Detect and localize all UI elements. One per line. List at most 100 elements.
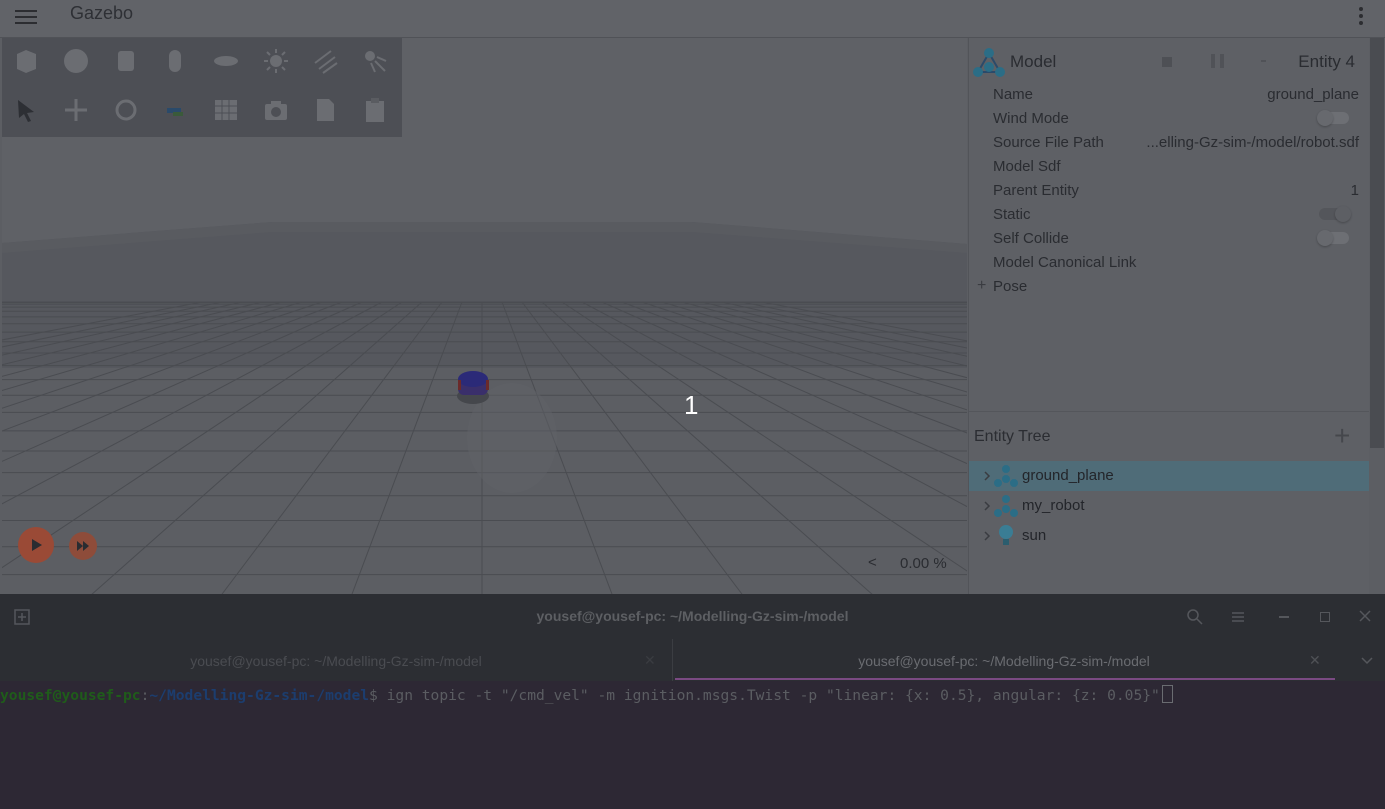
prop-name-label: Name (993, 86, 1034, 103)
prop-static-label: Static (993, 206, 1031, 223)
tree-item-label: sun (1022, 527, 1047, 544)
component-inspector-header: Model Entity 4 (969, 38, 1369, 84)
wind-mode-toggle[interactable] (1317, 110, 1349, 126)
sphere-shape-button[interactable] (56, 41, 96, 81)
tree-item-my-robot[interactable]: my_robot (969, 491, 1369, 521)
box-icon (17, 50, 36, 73)
cylinder-icon (118, 51, 134, 71)
spot-light-button[interactable] (355, 41, 395, 81)
rotate-mode-button[interactable] (106, 90, 146, 130)
move-arrows-icon (65, 99, 87, 121)
point-light-button[interactable] (256, 41, 296, 81)
stats-toggle-arrow[interactable]: < (868, 554, 877, 571)
prop-parent-entity-value: 1 (1350, 182, 1359, 199)
active-tab-indicator (675, 678, 1335, 680)
tree-item-label: my_robot (1022, 497, 1085, 514)
terminal-window-title: yousef@yousef-pc: ~/Modelling-Gz-sim-/mo… (536, 608, 849, 624)
prop-parent-entity: Parent Entity 1 (993, 179, 1359, 203)
step-button[interactable] (69, 532, 97, 560)
expand-plus-icon[interactable]: + (977, 277, 986, 295)
chevron-down-icon[interactable] (1360, 656, 1374, 666)
terminal-titlebar: yousef@yousef-pc: ~/Modelling-Gz-sim-/mo… (0, 594, 1385, 639)
play-button[interactable] (18, 527, 54, 563)
menu-icon[interactable] (14, 6, 38, 30)
tree-item-ground-plane[interactable]: ground_plane (969, 461, 1369, 491)
gazebo-window: Gazebo 1 < 0.00 % Model Entity 4 Name gr… (0, 0, 1385, 594)
panel-divider (969, 411, 1369, 412)
transform-icon (167, 108, 183, 116)
cylinder-shape-button[interactable] (106, 41, 146, 81)
scene-toolbar (2, 38, 402, 137)
more-options-icon[interactable] (1356, 5, 1366, 27)
prompt-symbol: $ (369, 687, 378, 704)
pause-icon[interactable] (1209, 54, 1227, 68)
terminal-body[interactable]: yousef@yousef-pc:~/Modelling-Gz-sim-/mod… (0, 681, 1385, 809)
prompt-path: ~/Modelling-Gz-sim-/model (149, 687, 370, 704)
ellipsoid-icon (214, 56, 238, 66)
screenshot-button[interactable] (256, 90, 296, 130)
copy-button[interactable] (305, 90, 345, 130)
prop-source-file-label: Source File Path (993, 134, 1104, 151)
maximize-icon[interactable] (1320, 612, 1330, 622)
tab-label: yousef@yousef-pc: ~/Modelling-Gz-sim-/mo… (190, 653, 482, 669)
fast-forward-icon (77, 541, 89, 551)
panel-scrollbar-thumb[interactable] (1370, 38, 1384, 448)
prop-source-file-value: ...elling-Gz-sim-/model/robot.sdf (1146, 134, 1359, 151)
terminal-command-line: yousef@yousef-pc:~/Modelling-Gz-sim-/mod… (0, 685, 1173, 704)
lock-icon[interactable] (1162, 57, 1172, 67)
app-title: Gazebo (70, 3, 134, 23)
chevron-right-icon[interactable] (983, 530, 991, 542)
ellipsoid-shape-button[interactable] (206, 41, 246, 81)
paste-button[interactable] (355, 90, 395, 130)
capsule-shape-button[interactable] (155, 41, 195, 81)
scene-viewport[interactable]: 1 < 0.00 % (2, 38, 967, 594)
box-shape-button[interactable] (6, 41, 46, 81)
terminal-tab-bar: yousef@yousef-pc: ~/Modelling-Gz-sim-/mo… (0, 639, 1385, 681)
model-icon (994, 465, 1018, 487)
hamburger-menu-icon[interactable] (1231, 610, 1245, 624)
collapse-icon[interactable] (1261, 60, 1266, 62)
play-icon (32, 539, 42, 551)
prop-static: Static (993, 203, 1359, 227)
prop-wind-mode-label: Wind Mode (993, 110, 1069, 127)
prop-model-sdf: Model Sdf (993, 155, 1359, 179)
inspector-title: Model (1010, 52, 1057, 71)
copy-icon (317, 99, 334, 121)
terminal-tab-2[interactable]: yousef@yousef-pc: ~/Modelling-Gz-sim-/mo… (673, 639, 1335, 681)
pointer-arrow-icon (18, 100, 34, 122)
add-entity-icon[interactable]: + (1334, 422, 1350, 450)
prop-name: Name ground_plane (993, 83, 1359, 107)
translate-mode-button[interactable] (56, 90, 96, 130)
grid-config-button[interactable] (206, 90, 246, 130)
tab-close-icon[interactable]: ✕ (644, 652, 656, 669)
prop-self-collide-label: Self Collide (993, 230, 1069, 247)
model-icon (973, 48, 1005, 77)
minimize-icon[interactable] (1279, 616, 1289, 618)
prop-pose[interactable]: + Pose (977, 275, 1343, 299)
directional-light-button[interactable] (305, 41, 345, 81)
chevron-right-icon[interactable] (983, 470, 991, 482)
terminal-tab-1[interactable]: yousef@yousef-pc: ~/Modelling-Gz-sim-/mo… (0, 639, 672, 681)
static-toggle[interactable] (1319, 206, 1351, 222)
prop-self-collide: Self Collide (993, 227, 1359, 251)
sphere-icon (64, 49, 88, 73)
model-icon (994, 495, 1018, 517)
prop-wind-mode: Wind Mode (993, 107, 1359, 131)
chevron-right-icon[interactable] (983, 500, 991, 512)
tab-close-icon[interactable]: ✕ (1309, 652, 1321, 669)
tree-item-sun[interactable]: sun (969, 521, 1369, 551)
right-panel: Model Entity 4 Name ground_plane Wind Mo… (968, 38, 1369, 594)
entity-id: Entity 4 (1298, 52, 1355, 71)
app-header: Gazebo (0, 0, 1385, 38)
transform-control-button[interactable] (155, 90, 195, 130)
select-mode-button[interactable] (6, 90, 46, 130)
search-icon[interactable] (1187, 609, 1203, 625)
prop-canonical-link: Model Canonical Link (993, 251, 1359, 275)
rotate-icon (115, 99, 137, 121)
self-collide-toggle[interactable] (1317, 230, 1349, 246)
entity-tree-title: Entity Tree (974, 428, 1051, 445)
tab-label: yousef@yousef-pc: ~/Modelling-Gz-sim-/mo… (858, 653, 1150, 669)
close-icon[interactable] (1359, 610, 1371, 622)
prompt-user: yousef@yousef-pc (0, 687, 141, 704)
overlay-number: 1 (684, 390, 699, 420)
